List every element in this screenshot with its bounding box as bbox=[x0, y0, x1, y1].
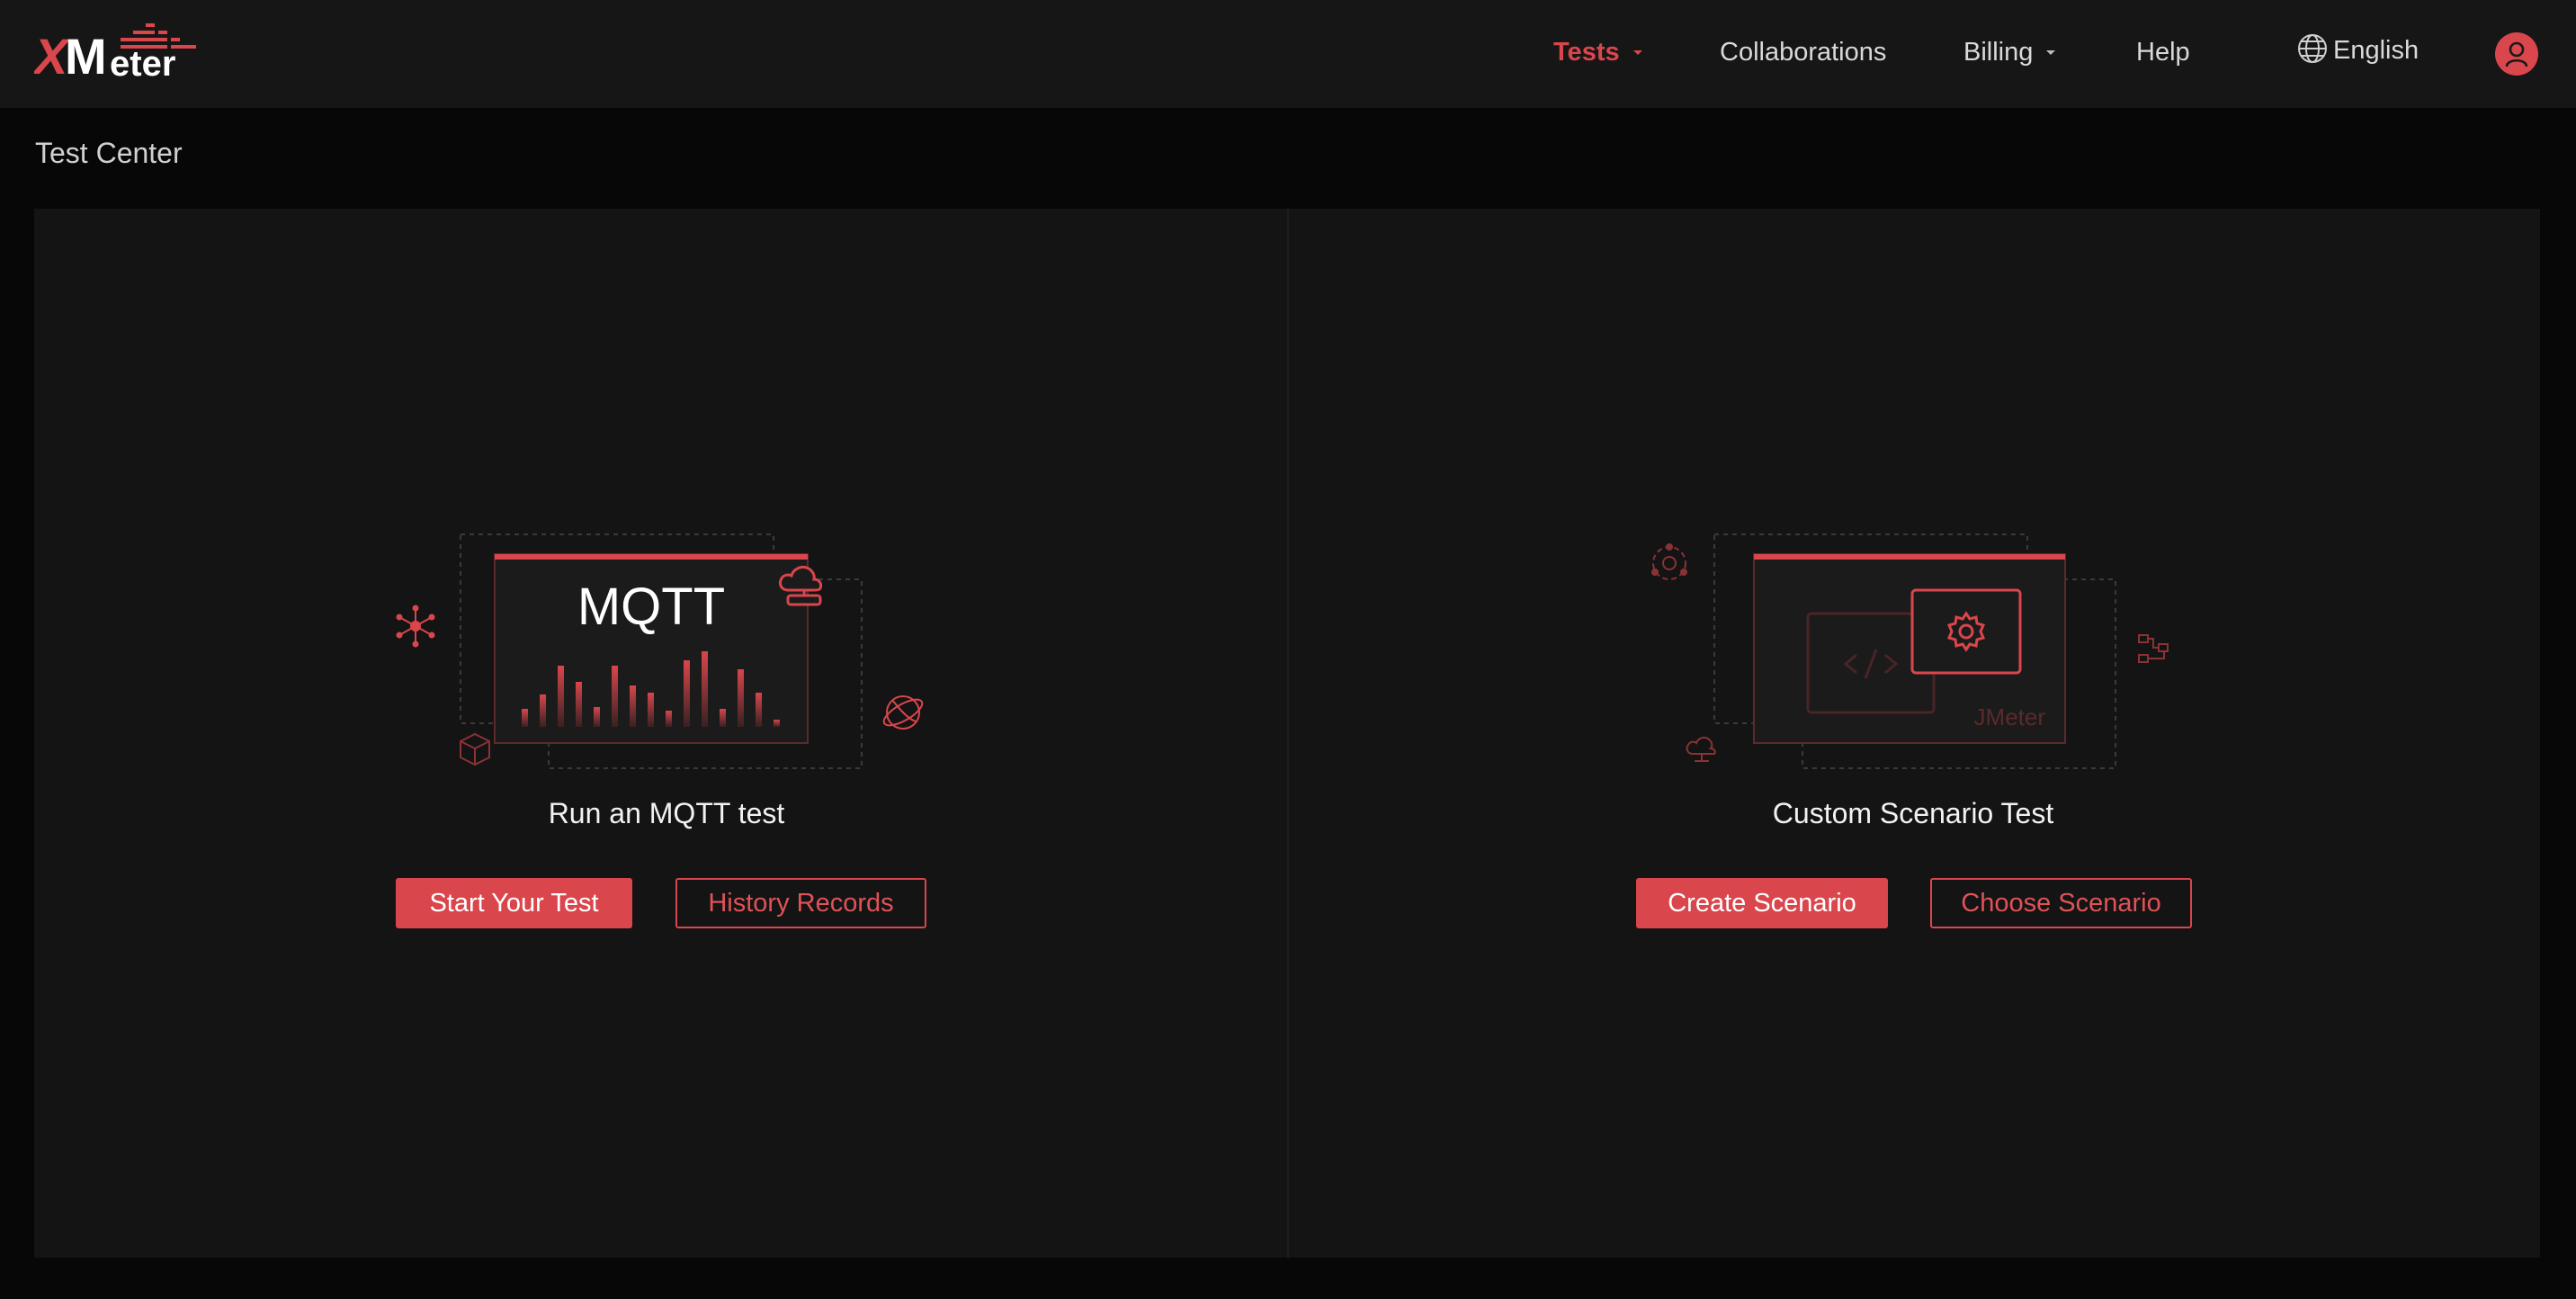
jmeter-illustration: JMeter bbox=[1651, 533, 2169, 769]
nav-help-label: Help bbox=[2136, 38, 2190, 67]
chevron-down-icon bbox=[1632, 50, 1642, 56]
start-your-test-button[interactable]: Start Your Test bbox=[396, 878, 632, 928]
nav-tests[interactable]: Tests bbox=[1553, 34, 1643, 70]
globe-icon bbox=[2298, 34, 2327, 64]
nav-help[interactable]: Help bbox=[2136, 34, 2190, 70]
top-navbar: X M eter Tests Collaborations Billing He… bbox=[0, 0, 2576, 108]
svg-text:M: M bbox=[65, 28, 107, 81]
user-avatar[interactable] bbox=[2495, 32, 2538, 76]
nav-collaborations[interactable]: Collaborations bbox=[1720, 34, 1886, 70]
mqtt-illustration: MQTT bbox=[396, 533, 924, 769]
svg-text:eter: eter bbox=[110, 44, 175, 81]
cube-icon bbox=[460, 732, 490, 766]
nav-billing[interactable]: Billing bbox=[1963, 34, 2056, 70]
nav-billing-label: Billing bbox=[1963, 38, 2034, 67]
nav-tests-label: Tests bbox=[1553, 38, 1620, 67]
network-hub-icon bbox=[396, 605, 435, 648]
history-records-button[interactable]: History Records bbox=[675, 878, 926, 928]
mqtt-card-title: Run an MQTT test bbox=[548, 797, 785, 829]
chevron-down-icon bbox=[2046, 50, 2056, 56]
cloud-icon bbox=[1686, 736, 1716, 762]
jmeter-label: JMeter bbox=[1974, 703, 2046, 730]
panel-divider bbox=[1287, 209, 1289, 1258]
create-scenario-button[interactable]: Create Scenario bbox=[1636, 878, 1888, 928]
page-title: Test Center bbox=[35, 137, 183, 169]
choose-scenario-button[interactable]: Choose Scenario bbox=[1930, 878, 2192, 928]
nav-collaborations-label: Collaborations bbox=[1720, 38, 1887, 67]
language-label: English bbox=[2333, 36, 2419, 65]
mqtt-label: MQTT bbox=[577, 578, 725, 636]
globe-orbit-icon bbox=[882, 695, 924, 730]
user-icon bbox=[2505, 41, 2528, 67]
workflow-icon bbox=[2138, 634, 2169, 663]
custom-scenario-card-title: Custom Scenario Test bbox=[1772, 797, 2054, 829]
xmeter-logo[interactable]: X M eter bbox=[34, 20, 201, 81]
molecule-icon bbox=[1651, 543, 1687, 580]
language-selector[interactable]: English bbox=[2297, 32, 2419, 68]
